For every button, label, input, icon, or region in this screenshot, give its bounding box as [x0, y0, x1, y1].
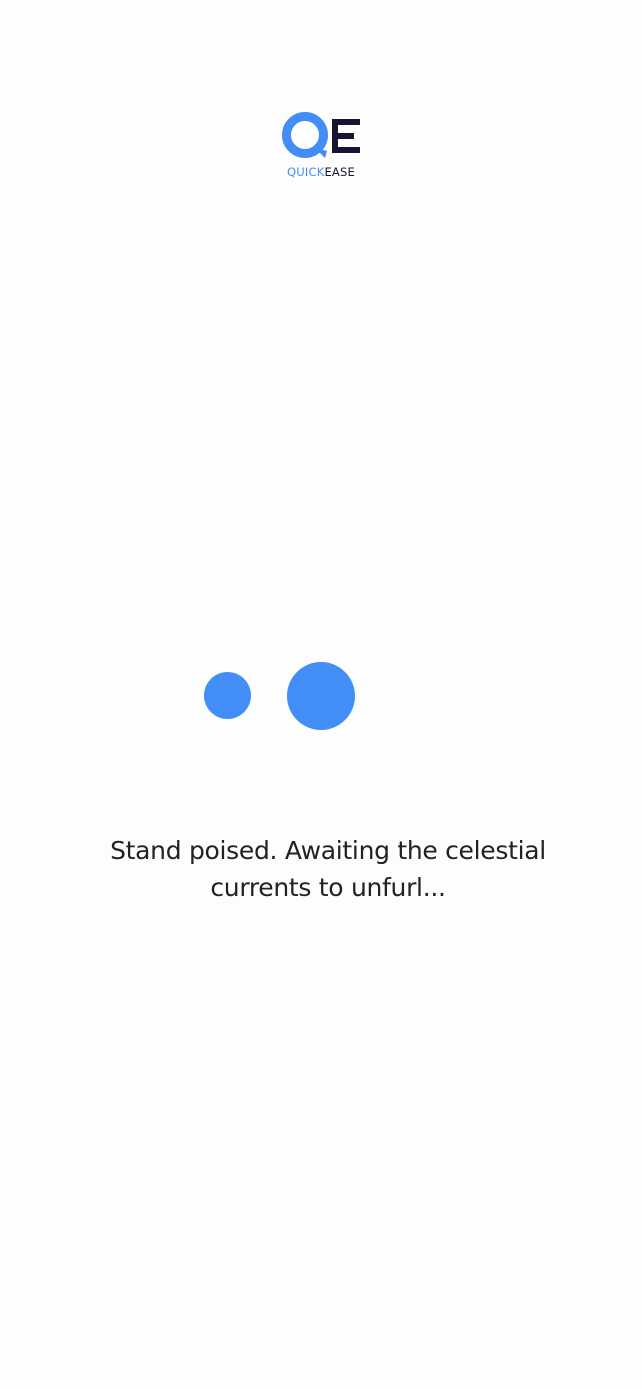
loading-screen: QUICK EASE Stand poised. Awaiting the cel… [0, 0, 642, 1389]
qe-logo-mark-icon [282, 112, 360, 158]
loading-message: Stand poised. Awaiting the celestial cur… [110, 836, 546, 902]
loading-dot-large [287, 662, 355, 730]
loading-dot-small [204, 672, 251, 719]
quickease-logo: QUICK EASE [281, 111, 361, 181]
wordmark-quick: QUICK [287, 165, 325, 179]
brand-wordmark: QUICK EASE [281, 165, 361, 179]
wordmark-ease: EASE [324, 165, 355, 179]
